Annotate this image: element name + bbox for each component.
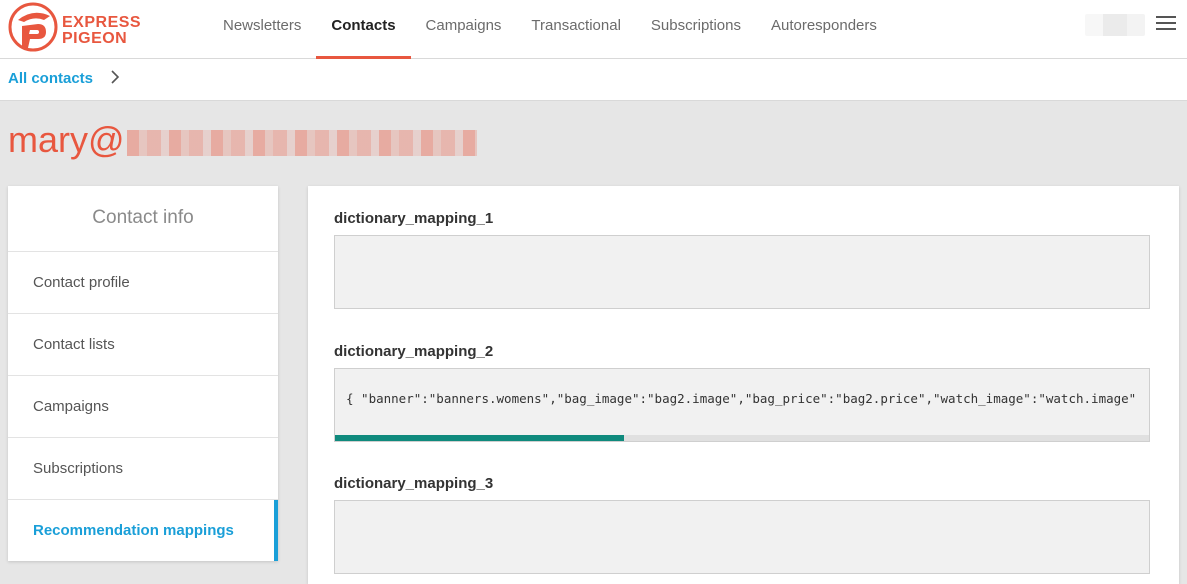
dictionary-mapping-3-field[interactable] <box>334 500 1150 574</box>
field-label-dictionary-mapping-3: dictionary_mapping_3 <box>334 475 494 492</box>
nav-subscriptions[interactable]: Subscriptions <box>636 0 756 58</box>
sidebar-item-contact-profile[interactable]: Contact profile <box>8 252 278 314</box>
hamburger-menu-icon[interactable] <box>1156 16 1178 34</box>
email-redacted-blur <box>126 130 477 156</box>
logo-line-1: EXPRESS <box>62 14 142 31</box>
pigeon-logo-icon <box>8 2 58 52</box>
field-label-dictionary-mapping-1: dictionary_mapping_1 <box>334 210 494 227</box>
logo-line-2: PIGEON <box>62 30 128 47</box>
user-account-redacted[interactable] <box>1085 14 1145 36</box>
dictionary-mapping-2-field[interactable]: { "banner":"banners.womens","bag_image":… <box>334 368 1150 442</box>
expresspigeon-logo[interactable]: EXPRESS PIGEON <box>8 2 141 52</box>
sidebar-item-campaigns[interactable]: Campaigns <box>8 376 278 438</box>
nav-newsletters[interactable]: Newsletters <box>208 0 316 58</box>
sidebar-item-subscriptions[interactable]: Subscriptions <box>8 438 278 500</box>
logo-wordmark: EXPRESS PIGEON <box>62 15 141 47</box>
nav-campaigns[interactable]: Campaigns <box>411 0 517 58</box>
contact-info-sidebar: Contact info Contact profile Contact lis… <box>8 186 278 561</box>
sidebar-item-recommendation-mappings[interactable]: Recommendation mappings <box>8 500 278 561</box>
dictionary-mapping-2-value: { "banner":"banners.womens","bag_image":… <box>346 391 1137 406</box>
field-label-dictionary-mapping-2: dictionary_mapping_2 <box>334 343 494 360</box>
mappings-panel: dictionary_mapping_1 dictionary_mapping_… <box>308 186 1179 584</box>
contact-email-prefix: mary@ <box>8 119 125 160</box>
nav-contacts[interactable]: Contacts <box>316 0 411 59</box>
scrollbar-thumb[interactable] <box>335 435 624 441</box>
page-title: mary@ <box>8 118 477 162</box>
dictionary-mapping-1-field[interactable] <box>334 235 1150 309</box>
nav-transactional[interactable]: Transactional <box>516 0 636 58</box>
nav-autoresponders[interactable]: Autoresponders <box>756 0 892 58</box>
sidebar-item-contact-lists[interactable]: Contact lists <box>8 314 278 376</box>
top-navbar: EXPRESS PIGEON Newsletters Contacts Camp… <box>0 0 1187 59</box>
breadcrumb: All contacts <box>0 59 1187 101</box>
main-nav: Newsletters Contacts Campaigns Transacti… <box>208 0 892 59</box>
chevron-right-icon <box>110 69 120 90</box>
breadcrumb-all-contacts-link[interactable]: All contacts <box>8 70 93 87</box>
sidebar-title: Contact info <box>8 186 278 252</box>
horizontal-scrollbar[interactable] <box>335 435 1149 441</box>
